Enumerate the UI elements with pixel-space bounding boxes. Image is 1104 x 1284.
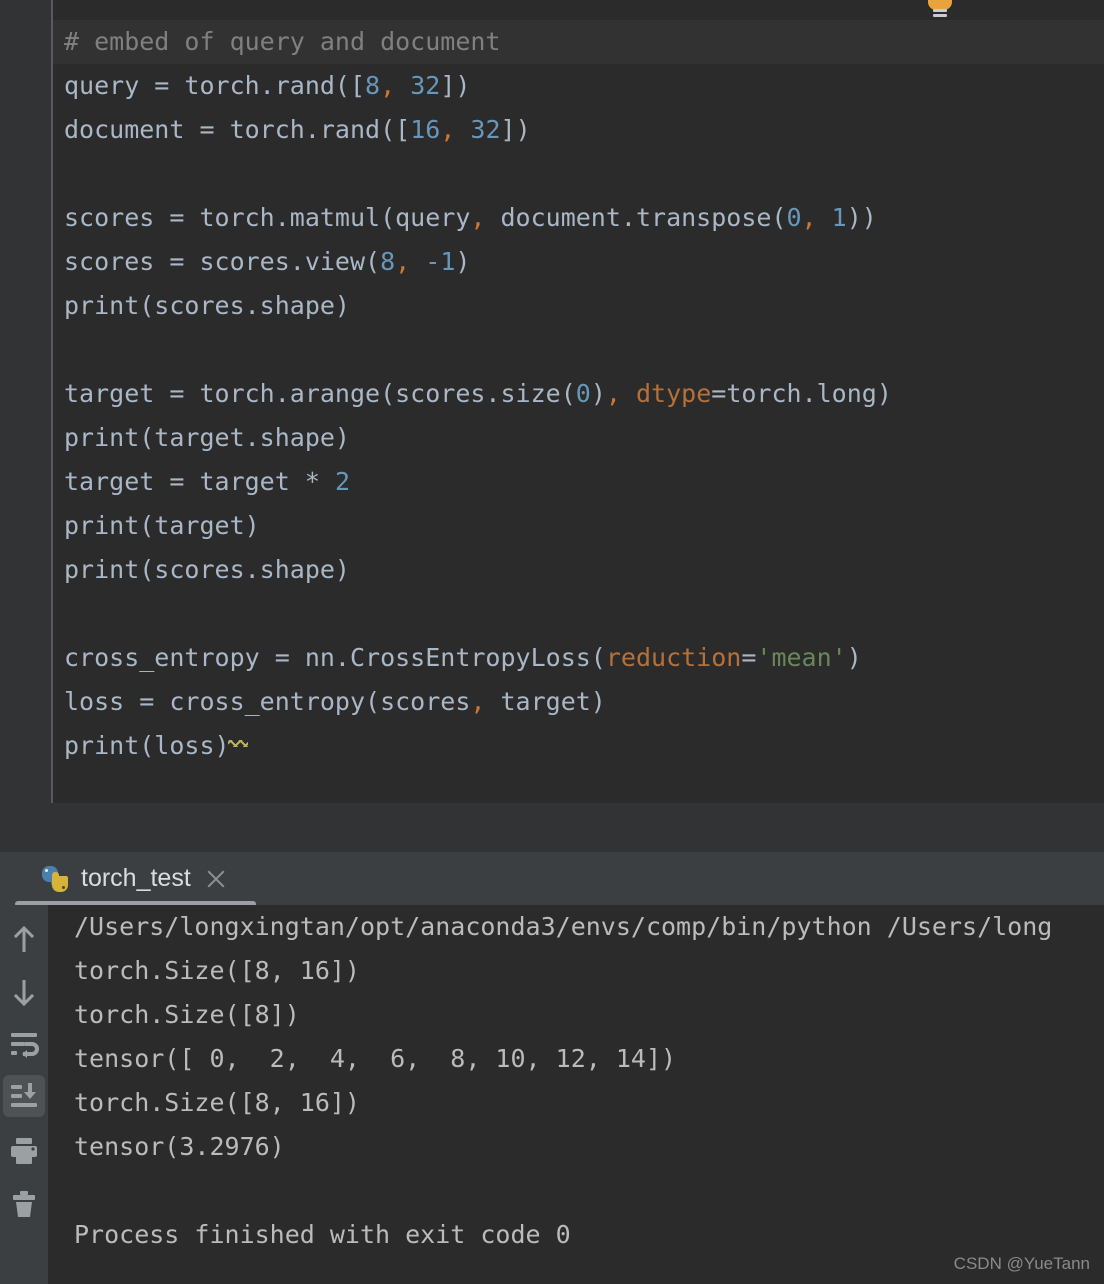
- code-line[interactable]: print(target): [53, 504, 1104, 548]
- code-token-plain: scores = torch.matmul(query: [64, 203, 471, 232]
- code-token-str: 'mean': [756, 643, 847, 672]
- down-arrow-icon[interactable]: [3, 971, 45, 1013]
- code-token-plain: )): [846, 203, 877, 232]
- code-line[interactable]: cross_entropy = nn.CrossEntropyLoss(redu…: [53, 636, 1104, 680]
- code-line[interactable]: scores = scores.view(8, -1): [53, 240, 1104, 284]
- code-line[interactable]: target = target * 2: [53, 460, 1104, 504]
- console-line: torch.Size([8]): [74, 1000, 300, 1029]
- console-line: torch.Size([8, 16]): [74, 1088, 360, 1117]
- code-token-plain: print(scores.shape): [64, 291, 350, 320]
- code-token-num: 0: [786, 203, 802, 232]
- code-token-plain: ): [455, 247, 471, 276]
- watermark: CSDN @YueTann: [953, 1254, 1090, 1273]
- console-line: tensor(3.2976): [74, 1132, 285, 1161]
- code-token-plain: document = torch.rand([: [64, 115, 411, 144]
- code-token-num: 32: [410, 71, 441, 100]
- python-file-icon: [41, 865, 69, 893]
- up-arrow-icon[interactable]: [3, 919, 45, 961]
- code-token-plain: scores = scores.view(: [64, 247, 381, 276]
- code-token-comma: ,: [470, 687, 486, 716]
- code-line[interactable]: [53, 152, 1104, 196]
- code-token-comma: ,: [801, 203, 817, 232]
- run-console-toolbar: [0, 905, 48, 1284]
- scroll-to-end-icon[interactable]: [3, 1075, 45, 1117]
- code-token-comma: ,: [605, 379, 621, 408]
- code-text-area[interactable]: # embed of query and document query = tor…: [53, 20, 1104, 803]
- code-token-kwarg: reduction: [605, 643, 742, 672]
- code-line[interactable]: print(scores.shape): [53, 548, 1104, 592]
- code-token-comma: ,: [380, 71, 396, 100]
- code-token-num: 8: [380, 247, 396, 276]
- code-editor-pane[interactable]: # embed of query and document query = tor…: [0, 0, 1104, 803]
- code-token-plain: print(target): [64, 511, 260, 540]
- trash-icon[interactable]: [3, 1183, 45, 1225]
- code-token-kwarg: dtype: [636, 379, 712, 408]
- code-line[interactable]: print(scores.shape): [53, 284, 1104, 328]
- console-line: torch.Size([8, 16]): [74, 956, 360, 985]
- lightbulb-icon[interactable]: [928, 0, 952, 18]
- code-line[interactable]: loss = cross_entropy(scores, target): [53, 680, 1104, 724]
- code-token-plain: target): [485, 687, 606, 716]
- code-token-num: 0: [575, 379, 591, 408]
- code-token-comma: ,: [440, 115, 456, 144]
- run-toolwindow-tabbar: torch_test: [0, 852, 1104, 907]
- console-line: /Users/longxingtan/opt/anaconda3/envs/co…: [74, 912, 1053, 941]
- code-token-comment: # embed of query and document: [64, 27, 501, 56]
- console-output[interactable]: /Users/longxingtan/opt/anaconda3/envs/co…: [52, 905, 1104, 1284]
- code-token-num: -1: [425, 247, 456, 276]
- soft-wrap-icon[interactable]: [3, 1023, 45, 1065]
- code-line[interactable]: target = torch.arange(scores.size(0), dt…: [53, 372, 1104, 416]
- code-token-plain: cross_entropy = nn.CrossEntropyLoss(: [64, 643, 606, 672]
- run-tab-torch-test[interactable]: torch_test: [15, 852, 256, 905]
- code-token-plain: document.transpose(: [485, 203, 787, 232]
- code-token-num: 16: [410, 115, 441, 144]
- code-token-plain: =: [741, 643, 757, 672]
- code-line[interactable]: scores = torch.matmul(query, document.tr…: [53, 196, 1104, 240]
- code-token-num: 8: [365, 71, 381, 100]
- code-token-plain: query = torch.rand([: [64, 71, 366, 100]
- close-icon[interactable]: [205, 868, 227, 890]
- lightbulb-base-lower: [933, 14, 947, 17]
- code-token-plain: target = torch.arange(scores.size(: [64, 379, 576, 408]
- code-line[interactable]: print(target.shape): [53, 416, 1104, 460]
- editor-gutter[interactable]: [0, 0, 51, 803]
- code-token-num: 1: [831, 203, 847, 232]
- console-line: Process finished with exit code 0: [74, 1220, 571, 1249]
- code-token-plain: ): [590, 379, 606, 408]
- code-line[interactable]: # embed of query and document: [53, 20, 1104, 64]
- code-line[interactable]: [53, 328, 1104, 372]
- code-line[interactable]: [53, 592, 1104, 636]
- code-token-comma: ,: [395, 247, 411, 276]
- code-token-plain: print(loss): [64, 731, 230, 760]
- code-token-comma: ,: [470, 203, 486, 232]
- run-toolwindow-body: /Users/longxingtan/opt/anaconda3/envs/co…: [0, 905, 1104, 1284]
- code-token-plain: print(target.shape): [64, 423, 350, 452]
- code-token-plain: target = target *: [64, 467, 335, 496]
- code-token-plain: print(scores.shape): [64, 555, 350, 584]
- code-line[interactable]: query = torch.rand([8, 32]): [53, 64, 1104, 108]
- code-token-num: 2: [334, 467, 350, 496]
- run-tab-label: torch_test: [81, 864, 191, 892]
- code-line[interactable]: document = torch.rand([16, 32]): [53, 108, 1104, 152]
- print-icon[interactable]: [3, 1129, 45, 1171]
- console-line: tensor([ 0, 2, 4, 6, 8, 10, 12, 14]): [74, 1044, 677, 1073]
- editor-toolwindow-divider[interactable]: [0, 803, 1104, 852]
- code-token-plain: =torch.long): [711, 379, 892, 408]
- code-token-plain: ]): [440, 71, 471, 100]
- lightbulb-base-upper: [933, 9, 947, 12]
- code-line[interactable]: print(loss): [53, 724, 1104, 768]
- code-token-num: 32: [470, 115, 501, 144]
- code-token-plain: ): [846, 643, 862, 672]
- code-token-plain: loss = cross_entropy(scores: [64, 687, 471, 716]
- code-token-plain: ]): [500, 115, 531, 144]
